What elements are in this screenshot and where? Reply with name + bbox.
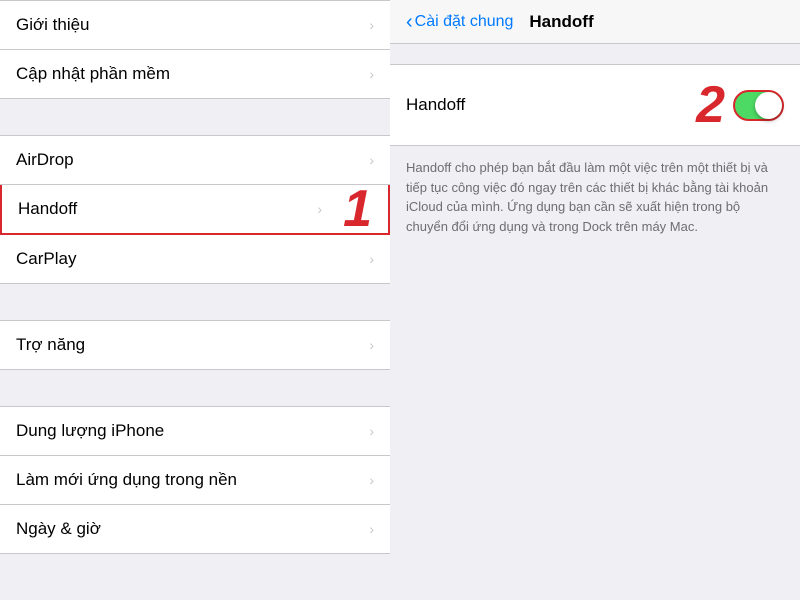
sidebar-item-label: Dung lượng iPhone [16, 421, 164, 441]
spacer-2 [0, 284, 390, 320]
sidebar-item-ngay-gio[interactable]: Ngày & giờ › [0, 505, 390, 554]
sidebar-item-label: Làm mới ứng dụng trong nền [16, 470, 237, 490]
sidebar-item-gioi-thieu[interactable]: Giới thiệu › [0, 0, 390, 50]
sidebar-item-label: Trợ năng [16, 335, 85, 355]
chevron-right-icon: › [369, 521, 374, 537]
chevron-right-icon: › [369, 337, 374, 353]
sidebar-item-lam-moi[interactable]: Làm mới ứng dụng trong nền › [0, 456, 390, 505]
toggle-label: Handoff [406, 95, 465, 115]
left-settings-panel: Giới thiệu › Cập nhật phần mềm › AirDrop… [0, 0, 390, 600]
chevron-right-icon: › [369, 423, 374, 439]
handoff-toggle-row: Handoff 2 [390, 64, 800, 146]
toggle-knob [755, 92, 782, 119]
chevron-right-icon: › [317, 201, 322, 217]
back-label: Cài đặt chung [415, 13, 514, 31]
annotation-2: 2 [696, 79, 725, 131]
chevron-right-icon: › [369, 251, 374, 267]
sidebar-item-airdrop[interactable]: AirDrop › [0, 135, 390, 185]
sidebar-item-dung-luong[interactable]: Dung lượng iPhone › [0, 406, 390, 456]
chevron-right-icon: › [369, 152, 374, 168]
right-detail-panel: ‹ Cài đặt chung Handoff Handoff 2 Handof… [390, 0, 800, 600]
sidebar-item-label: AirDrop [16, 150, 74, 170]
chevron-right-icon: › [369, 17, 374, 33]
sidebar-item-label: CarPlay [16, 249, 76, 269]
spacer-1 [0, 99, 390, 135]
back-chevron-icon: ‹ [406, 12, 413, 32]
chevron-right-icon: › [369, 66, 374, 82]
handoff-description: Handoff cho phép bạn bắt đầu làm một việ… [390, 146, 800, 248]
sidebar-item-carplay[interactable]: CarPlay › [0, 235, 390, 284]
settings-group-3: Trợ năng › [0, 320, 390, 370]
sidebar-item-label: Ngày & giờ [16, 519, 101, 539]
handoff-toggle[interactable] [733, 90, 784, 121]
settings-group-4: Dung lượng iPhone › Làm mới ứng dụng tro… [0, 406, 390, 554]
settings-group-1: Giới thiệu › Cập nhật phần mềm › [0, 0, 390, 99]
detail-page-title: Handoff [529, 12, 593, 32]
detail-header: ‹ Cài đặt chung Handoff [390, 0, 800, 44]
sidebar-item-label: Giới thiệu [16, 15, 90, 35]
sidebar-item-tro-nang[interactable]: Trợ năng › [0, 320, 390, 370]
detail-content: Handoff 2 Handoff cho phép bạn bắt đầu l… [390, 44, 800, 248]
back-button[interactable]: ‹ Cài đặt chung [406, 12, 513, 32]
annotation-1: 1 [343, 183, 372, 235]
sidebar-item-handoff[interactable]: Handoff › 1 [0, 185, 390, 235]
sidebar-item-cap-nhat[interactable]: Cập nhật phần mềm › [0, 50, 390, 99]
sidebar-item-label: Cập nhật phần mềm [16, 64, 170, 84]
spacer-3 [0, 370, 390, 406]
chevron-right-icon: › [369, 472, 374, 488]
toggle-with-annotation: 2 [696, 79, 784, 131]
settings-group-2: AirDrop › Handoff › 1 CarPlay › [0, 135, 390, 284]
sidebar-item-label: Handoff [18, 199, 77, 219]
